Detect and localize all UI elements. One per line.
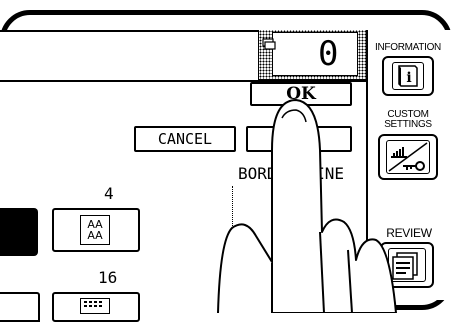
pointing-hand-illustration [217,99,397,313]
copier-touch-panel: 0 OK CANCEL OK BORDER LINE 4 AA AA 16 IN… [0,0,462,322]
